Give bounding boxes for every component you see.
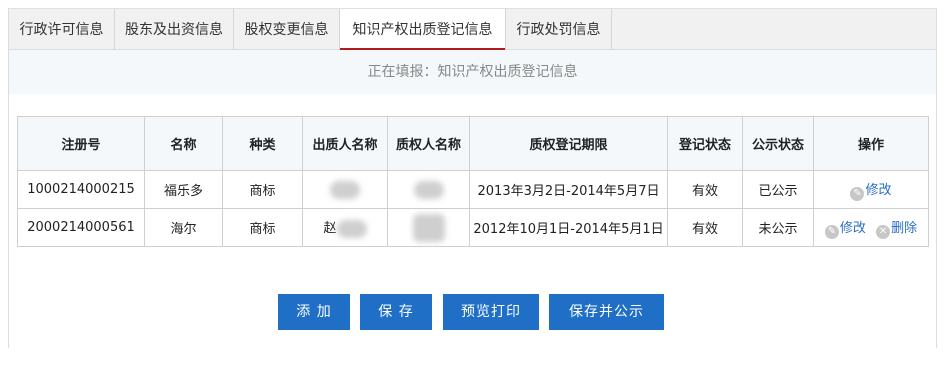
- pencil-icon: ✎: [850, 186, 865, 201]
- edit-button[interactable]: ✎ 修改: [850, 182, 892, 201]
- col-header-reg-no: 注册号: [17, 116, 145, 171]
- table-header-row: 注册号 名称 种类 出质人名称 质权人名称 质权登记期限 登记状态 公示状态 操…: [17, 116, 929, 171]
- cell-name: 海尔: [144, 208, 223, 247]
- save-and-publish-button[interactable]: 保存并公示: [549, 294, 664, 330]
- preview-print-button[interactable]: 预览打印: [443, 294, 539, 330]
- redacted-pledgor-name: [336, 219, 367, 238]
- table-row: 2000214000561 海尔 商标 赵 2012年10月1日-2014年5月…: [17, 208, 929, 247]
- ip-pledge-table: 注册号 名称 种类 出质人名称 质权人名称 质权登记期限 登记状态 公示状态 操…: [17, 116, 929, 247]
- cell-reg-status: 有效: [667, 170, 743, 209]
- cell-reg-no: 2000214000561: [17, 208, 145, 247]
- tab-ip-pledge[interactable]: 知识产权出质登记信息: [340, 9, 506, 51]
- col-header-pub-status: 公示状态: [742, 116, 814, 171]
- col-header-period: 质权登记期限: [469, 116, 668, 171]
- cell-name: 福乐多: [144, 170, 223, 209]
- cell-reg-no: 1000214000215: [17, 170, 145, 209]
- cell-pledgor: [302, 170, 388, 209]
- edit-label: 修改: [865, 182, 892, 198]
- cell-pub-status: 未公示: [742, 208, 814, 247]
- cell-pledgor: 赵: [302, 208, 388, 247]
- content-frame: 行政许可信息 股东及出资信息 股权变更信息 知识产权出质登记信息 行政处罚信息 …: [8, 8, 937, 348]
- col-header-type: 种类: [222, 116, 303, 171]
- cell-type: 商标: [222, 208, 303, 247]
- tab-admin-penalty[interactable]: 行政处罚信息: [506, 9, 612, 50]
- cell-pledgee: [387, 208, 470, 247]
- cell-period: 2012年10月1日-2014年5月1日: [469, 208, 668, 247]
- cell-pledgee: [387, 170, 470, 209]
- cell-actions: ✎ 修改: [813, 170, 929, 209]
- cell-actions: ✎ 修改 ✕ 删除: [813, 208, 929, 247]
- cell-period: 2013年3月2日-2014年5月7日: [469, 170, 668, 209]
- col-header-reg-status: 登记状态: [667, 116, 743, 171]
- tab-admin-license[interactable]: 行政许可信息: [9, 9, 115, 50]
- col-header-name: 名称: [144, 116, 223, 171]
- cell-pub-status: 已公示: [742, 170, 814, 209]
- filling-status-text: 正在填报：知识产权出质登记信息: [367, 64, 578, 80]
- action-button-bar: 添 加 保 存 预览打印 保存并公示: [9, 294, 936, 330]
- redacted-pledgee-name: [413, 180, 444, 199]
- col-header-actions: 操作: [813, 116, 929, 171]
- cell-type: 商标: [222, 170, 303, 209]
- edit-label: 修改: [839, 220, 866, 236]
- table-row: 1000214000215 福乐多 商标 2013年3月2日-2014年5月7日…: [17, 170, 929, 209]
- edit-button[interactable]: ✎ 修改: [824, 220, 870, 239]
- pledgor-name-visible: 赵: [323, 221, 337, 237]
- close-icon: ✕: [876, 224, 891, 239]
- tab-shareholders[interactable]: 股东及出资信息: [115, 9, 234, 50]
- col-header-pledgee: 质权人名称: [387, 116, 470, 171]
- delete-button[interactable]: ✕ 删除: [876, 220, 918, 239]
- add-button[interactable]: 添 加: [278, 294, 350, 330]
- tab-bar: 行政许可信息 股东及出资信息 股权变更信息 知识产权出质登记信息 行政处罚信息: [9, 8, 936, 51]
- col-header-pledgor: 出质人名称: [302, 116, 388, 171]
- tab-equity-change[interactable]: 股权变更信息: [234, 9, 340, 50]
- tab-ip-pledge-label: 知识产权出质登记信息: [352, 22, 493, 38]
- delete-label: 删除: [891, 220, 918, 236]
- cell-reg-status: 有效: [667, 208, 743, 247]
- redacted-pledgee-name: [412, 213, 445, 242]
- filling-status-bar: 正在填报：知识产权出质登记信息: [9, 50, 936, 94]
- pencil-icon: ✎: [824, 224, 839, 239]
- save-button[interactable]: 保 存: [360, 294, 432, 330]
- redacted-pledgor-name: [330, 180, 360, 199]
